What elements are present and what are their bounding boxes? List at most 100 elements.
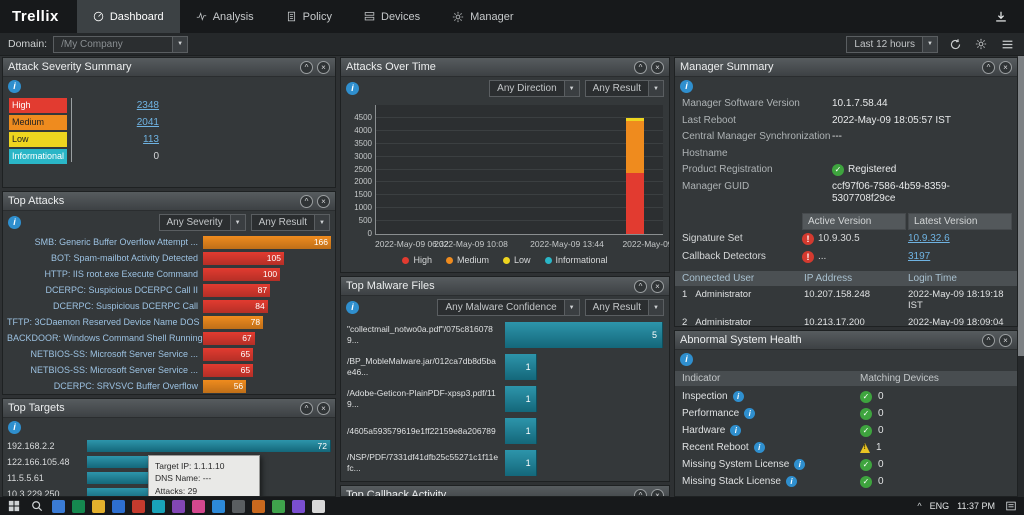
- attack-bar[interactable]: 84: [203, 300, 268, 313]
- chevron-down-icon[interactable]: ▼: [648, 81, 663, 96]
- severity-filter-select[interactable]: Any Severity ▼: [159, 214, 246, 231]
- attack-bar[interactable]: 56: [203, 380, 246, 393]
- clock[interactable]: 11:37 PM: [957, 501, 995, 511]
- close-icon[interactable]: ×: [651, 61, 664, 74]
- taskbar-app-icon[interactable]: [272, 500, 285, 513]
- attack-name-link[interactable]: DCERPC: SRVSVC Buffer Overflow: [7, 381, 203, 391]
- taskbar-app-icon[interactable]: [152, 500, 165, 513]
- menu-icon[interactable]: [998, 35, 1016, 53]
- language-indicator[interactable]: ENG: [930, 501, 950, 511]
- info-icon[interactable]: i: [754, 442, 765, 453]
- refresh-icon[interactable]: [946, 35, 964, 53]
- info-icon[interactable]: i: [733, 391, 744, 402]
- medium-bar-segment[interactable]: [626, 121, 644, 174]
- action-center-icon[interactable]: [1003, 499, 1018, 514]
- attack-bar[interactable]: 78: [203, 316, 263, 329]
- chevron-down-icon[interactable]: ▼: [922, 37, 937, 52]
- malware-bar[interactable]: 5: [505, 322, 663, 348]
- malware-bar[interactable]: 1: [505, 354, 537, 380]
- taskbar-app-icon[interactable]: [232, 500, 245, 513]
- scrollbar-thumb[interactable]: [1018, 56, 1024, 356]
- info-icon[interactable]: i: [786, 476, 797, 487]
- attack-name-link[interactable]: DCERPC: Suspicious DCERPC Call II: [7, 285, 203, 295]
- attack-bar[interactable]: 87: [203, 284, 270, 297]
- direction-filter-select[interactable]: Any Direction ▼: [489, 80, 579, 97]
- close-icon[interactable]: ×: [999, 334, 1012, 347]
- info-icon[interactable]: i: [680, 80, 693, 93]
- attack-bar[interactable]: 65: [203, 364, 253, 377]
- chevron-down-icon[interactable]: ▼: [564, 300, 579, 315]
- nav-tab-policy[interactable]: Policy: [270, 0, 348, 33]
- info-icon[interactable]: i: [346, 301, 359, 314]
- attack-name-link[interactable]: SMB: Generic Buffer Overflow Attempt ...: [7, 237, 203, 247]
- taskbar-app-icon[interactable]: [92, 500, 105, 513]
- malware-bar[interactable]: 1: [505, 450, 537, 476]
- nav-tab-analysis[interactable]: Analysis: [180, 0, 270, 33]
- search-icon[interactable]: [29, 498, 45, 514]
- attack-bar[interactable]: 67: [203, 332, 255, 345]
- taskbar-app-icon[interactable]: [72, 500, 85, 513]
- target-bar[interactable]: 72: [87, 440, 331, 452]
- info-icon[interactable]: i: [8, 421, 21, 434]
- nav-tab-manager[interactable]: Manager: [436, 0, 529, 33]
- time-range-select[interactable]: Last 12 hours ▼: [846, 36, 938, 53]
- info-icon[interactable]: i: [744, 408, 755, 419]
- taskbar-app-icon[interactable]: [252, 500, 265, 513]
- nav-tab-devices[interactable]: Devices: [348, 0, 436, 33]
- low-bar-segment[interactable]: [626, 118, 644, 121]
- taskbar-app-icon[interactable]: [292, 500, 305, 513]
- attack-name-link[interactable]: NETBIOS-SS: Microsoft Server Service ...: [7, 349, 203, 359]
- collapse-icon[interactable]: ^: [634, 61, 647, 74]
- info-icon[interactable]: i: [730, 425, 741, 436]
- start-menu-icon[interactable]: [6, 498, 22, 514]
- nav-tab-dashboard[interactable]: Dashboard: [77, 0, 180, 33]
- collapse-icon[interactable]: ^: [300, 402, 313, 415]
- high-bar-segment[interactable]: [626, 173, 644, 234]
- info-icon[interactable]: i: [346, 82, 359, 95]
- attack-name-link[interactable]: BOT: Spam-mailbot Activity Detected: [7, 253, 203, 263]
- chevron-down-icon[interactable]: ▼: [230, 215, 245, 230]
- download-icon[interactable]: [988, 4, 1014, 30]
- info-icon[interactable]: i: [680, 353, 693, 366]
- malware-bar[interactable]: 1: [505, 386, 537, 412]
- info-icon[interactable]: i: [794, 459, 805, 470]
- alert-icon[interactable]: !: [802, 233, 814, 245]
- taskbar-app-icon[interactable]: [112, 500, 125, 513]
- chevron-down-icon[interactable]: ▼: [564, 81, 579, 96]
- severity-count[interactable]: 2041: [67, 117, 159, 128]
- close-icon[interactable]: ×: [651, 280, 664, 293]
- collapse-icon[interactable]: ^: [634, 489, 647, 498]
- attack-bar[interactable]: 100: [203, 268, 280, 281]
- close-icon[interactable]: ×: [317, 402, 330, 415]
- taskbar-app-icon[interactable]: [312, 500, 325, 513]
- close-icon[interactable]: ×: [317, 61, 330, 74]
- taskbar-app-icon[interactable]: [192, 500, 205, 513]
- attack-name-link[interactable]: TFTP: 3CDaemon Reserved Device Name DOS: [7, 317, 203, 327]
- taskbar-app-icon[interactable]: [52, 500, 65, 513]
- result-filter-select[interactable]: Any Result ▼: [251, 214, 330, 231]
- close-icon[interactable]: ×: [999, 61, 1012, 74]
- info-icon[interactable]: i: [8, 80, 21, 93]
- close-icon[interactable]: ×: [317, 195, 330, 208]
- collapse-icon[interactable]: ^: [982, 334, 995, 347]
- domain-select[interactable]: /My Company ▼: [53, 36, 188, 53]
- attack-name-link[interactable]: HTTP: IIS root.exe Execute Command: [7, 269, 203, 279]
- result-filter-select[interactable]: Any Result ▼: [585, 299, 664, 316]
- taskbar-app-icon[interactable]: [172, 500, 185, 513]
- chevron-down-icon[interactable]: ▼: [172, 37, 187, 52]
- collapse-icon[interactable]: ^: [982, 61, 995, 74]
- taskbar-app-icon[interactable]: [132, 500, 145, 513]
- attack-bar[interactable]: 65: [203, 348, 253, 361]
- severity-count[interactable]: 2348: [67, 100, 159, 111]
- result-filter-select[interactable]: Any Result ▼: [585, 80, 664, 97]
- chevron-down-icon[interactable]: ▼: [648, 300, 663, 315]
- close-icon[interactable]: ×: [651, 489, 664, 498]
- chevron-down-icon[interactable]: ▼: [314, 215, 329, 230]
- settings-gear-icon[interactable]: [972, 35, 990, 53]
- attack-bar[interactable]: 166: [203, 236, 331, 249]
- attack-bar[interactable]: 105: [203, 252, 284, 265]
- tray-chevron-up-icon[interactable]: ^: [917, 501, 921, 511]
- info-icon[interactable]: i: [8, 216, 21, 229]
- attack-name-link[interactable]: NETBIOS-SS: Microsoft Server Service ...: [7, 365, 203, 375]
- collapse-icon[interactable]: ^: [300, 195, 313, 208]
